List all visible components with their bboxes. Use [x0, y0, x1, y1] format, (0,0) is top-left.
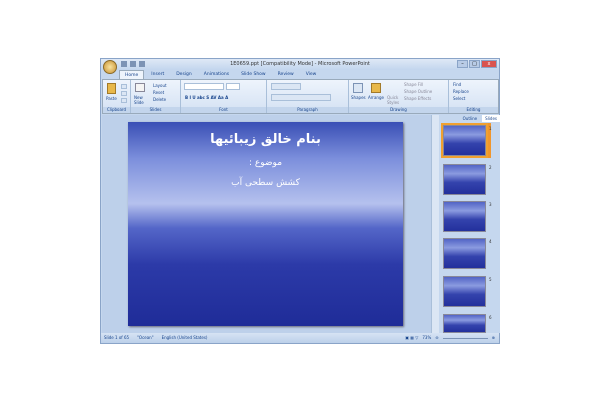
slides-label: Slides	[131, 107, 180, 113]
editing-label: Editing	[449, 107, 498, 113]
slide-thumbnail[interactable]	[441, 123, 488, 158]
slide-subtitle[interactable]: موضوع :	[128, 158, 403, 168]
new-slide-button[interactable]: New Slide	[134, 95, 148, 105]
zoom-level[interactable]: 73%	[422, 333, 431, 343]
theme-name: "Ocean"	[137, 335, 154, 340]
slides-pane: Outline Slides 1 2 3 4 5 6	[439, 115, 500, 333]
replace-button[interactable]: Replace	[453, 89, 469, 94]
clipboard-group: Paste Clipboard	[103, 80, 131, 113]
paste-icon[interactable]	[107, 83, 116, 94]
cut-icon[interactable]	[121, 84, 127, 89]
slide-editor: بنام خالق زیبائیها موضوع : کشش سطحی آب	[102, 115, 432, 333]
format-painter-icon[interactable]	[121, 98, 127, 103]
slide-number: 5	[489, 277, 492, 282]
ribbon: Paste Clipboard New Slide Layout Reset D…	[102, 79, 499, 114]
paragraph-label: Paragraph	[267, 107, 348, 113]
quick-access-toolbar	[121, 61, 145, 67]
tab-design[interactable]: Design	[171, 70, 197, 79]
powerpoint-window: 1E0659.ppt [Compatibility Mode] - Micros…	[100, 58, 500, 344]
slide-counter: Slide 1 of 65	[104, 335, 130, 340]
slide-thumbnail[interactable]	[443, 201, 486, 232]
arrange-button[interactable]: Arrange	[368, 95, 384, 100]
slide-title[interactable]: بنام خالق زیبائیها	[128, 132, 403, 147]
tab-insert[interactable]: Insert	[146, 70, 169, 79]
redo-icon[interactable]	[139, 61, 145, 67]
slide-body[interactable]: کشش سطحی آب	[128, 178, 403, 188]
layout-button[interactable]: Layout	[153, 83, 167, 88]
font-size-select[interactable]	[226, 83, 240, 90]
shapes-icon[interactable]	[353, 83, 363, 93]
window-title: 1E0659.ppt [Compatibility Mode] - Micros…	[230, 61, 370, 67]
drawing-label: Drawing	[349, 107, 448, 113]
drawing-group: Shapes Arrange Quick Styles Shape Fill S…	[349, 80, 449, 113]
shape-outline-button[interactable]: Shape Outline	[404, 89, 432, 94]
minimize-button[interactable]: –	[457, 60, 468, 68]
find-button[interactable]: Find	[453, 82, 461, 87]
bold-button[interactable]: B I U abc S AV Aa A	[185, 95, 228, 100]
select-button[interactable]: Select	[453, 96, 465, 101]
slide-number: 2	[489, 165, 492, 170]
new-slide-icon[interactable]	[135, 83, 145, 92]
slide-thumbnail[interactable]	[443, 314, 486, 333]
tab-review[interactable]: Review	[273, 70, 299, 79]
maximize-button[interactable]: □	[469, 60, 480, 68]
slide-number: 6	[489, 315, 492, 320]
office-button[interactable]	[103, 60, 117, 74]
zoom-in-icon[interactable]: ⊕	[492, 333, 495, 343]
tab-slide-show[interactable]: Slide Show	[236, 70, 271, 79]
font-name-select[interactable]	[184, 83, 224, 90]
copy-icon[interactable]	[121, 91, 127, 96]
language[interactable]: English (United States)	[162, 333, 208, 343]
editing-group: Find Replace Select Editing	[449, 80, 498, 113]
slide-thumbnail[interactable]	[443, 164, 486, 195]
slide-thumbnail[interactable]	[443, 276, 486, 307]
slide-number: 1	[489, 126, 492, 131]
reset-button[interactable]: Reset	[153, 90, 164, 95]
tab-home[interactable]: Home	[119, 70, 145, 79]
vertical-scrollbar[interactable]	[431, 115, 439, 333]
save-icon[interactable]	[121, 61, 127, 67]
zoom-out-icon[interactable]: ⊖	[435, 333, 438, 343]
undo-icon[interactable]	[130, 61, 136, 67]
font-group: B I U abc S AV Aa A Font	[181, 80, 267, 113]
arrange-icon[interactable]	[371, 83, 381, 93]
tab-animations[interactable]: Animations	[199, 70, 234, 79]
shapes-button[interactable]: Shapes	[351, 95, 366, 100]
slide-number: 3	[489, 202, 492, 207]
tab-view[interactable]: View	[301, 70, 322, 79]
slide-canvas[interactable]: بنام خالق زیبائیها موضوع : کشش سطحی آب	[128, 122, 403, 326]
clipboard-label: Clipboard	[103, 107, 130, 113]
bullets-button[interactable]	[271, 83, 301, 90]
ribbon-tabs: Home Insert Design Animations Slide Show…	[119, 70, 321, 79]
slides-group: New Slide Layout Reset Delete Slides	[131, 80, 181, 113]
title-bar: 1E0659.ppt [Compatibility Mode] - Micros…	[101, 59, 499, 70]
status-bar: Slide 1 of 65 "Ocean" English (United St…	[101, 333, 499, 343]
shape-fill-button[interactable]: Shape Fill	[404, 82, 423, 87]
tab-slides[interactable]: Slides	[482, 115, 500, 122]
font-label: Font	[181, 107, 266, 113]
shape-effects-button[interactable]: Shape Effects	[404, 96, 431, 101]
align-buttons[interactable]	[271, 94, 331, 101]
close-button[interactable]: x	[481, 60, 497, 68]
view-buttons[interactable]: ▣ ▦ ▽	[405, 333, 418, 343]
paragraph-group: Paragraph	[267, 80, 349, 113]
slide-number: 4	[489, 239, 492, 244]
paste-button[interactable]: Paste	[106, 96, 117, 101]
quick-styles-button[interactable]: Quick Styles	[387, 95, 399, 105]
tab-outline[interactable]: Outline	[460, 115, 480, 122]
delete-button[interactable]: Delete	[153, 97, 166, 102]
zoom-slider[interactable]	[442, 337, 488, 339]
slide-thumbnail[interactable]	[443, 238, 486, 269]
